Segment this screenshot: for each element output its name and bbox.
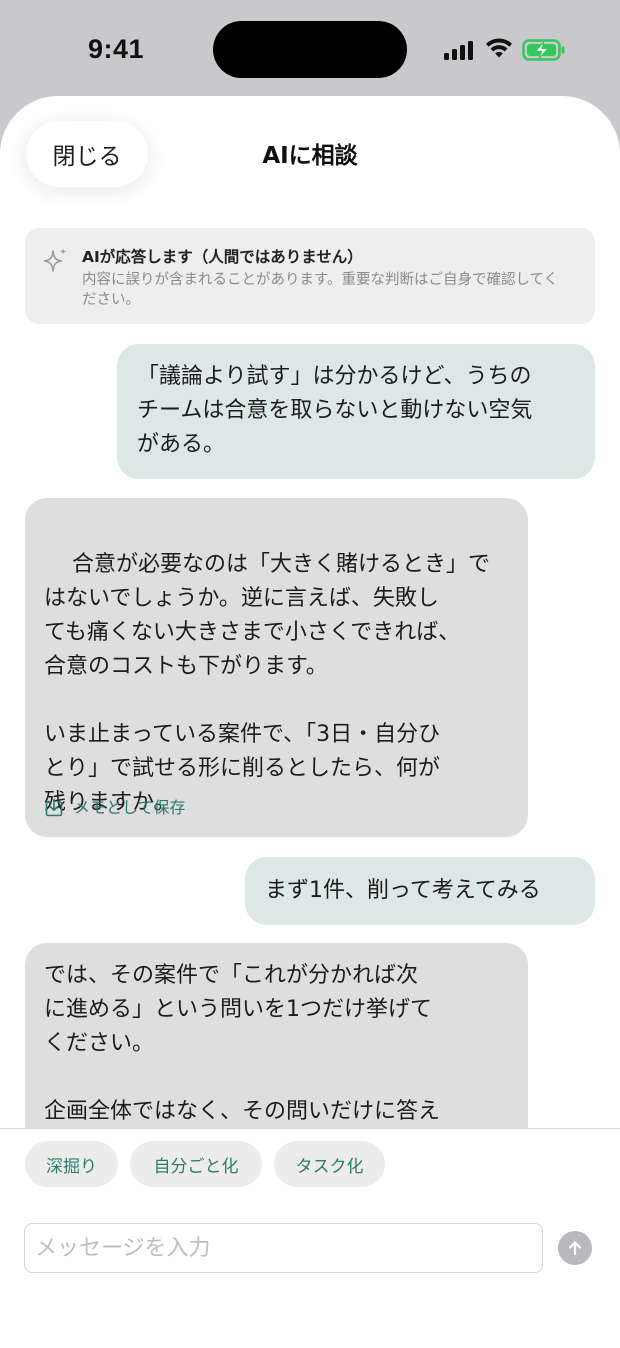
- send-button[interactable]: [558, 1231, 592, 1265]
- sparkle-icon: [43, 248, 67, 272]
- disclaimer-body: 内容に誤りが含まれることがあります。重要な判断はご自身で確認してください。: [82, 272, 559, 308]
- save-as-memo-button[interactable]: メモとして保存: [44, 796, 186, 820]
- status-time: 9:41: [88, 34, 145, 64]
- page-title: AIに相談: [262, 143, 358, 169]
- cellular-signal-icon: [444, 40, 476, 60]
- user-message: まず1件、削って考えてみる: [245, 857, 595, 925]
- chat-sheet: 閉じる AIに相談 AIが応答します（人間ではありません） 内容に誤りが含まれる…: [0, 96, 620, 1348]
- user-message: 「議論より試す」は分かるけど、うちの チームは合意を取らないと動けない空気 があ…: [117, 344, 595, 479]
- ai-message: 合意が必要なのは「大きく賭けるとき」で はないでしょうか。逆に言えば、失敗し て…: [25, 498, 528, 837]
- status-bar: 9:41: [0, 0, 620, 96]
- suggestion-chip-deep-dive[interactable]: 深掘り: [25, 1141, 118, 1187]
- disclaimer-title: AIが応答します（人間ではありません）: [82, 248, 363, 266]
- battery-charging-icon: [522, 39, 565, 61]
- suggestion-chip-personalize[interactable]: 自分ごと化: [130, 1141, 262, 1187]
- suggestion-chip-make-task[interactable]: タスク化: [274, 1141, 385, 1187]
- ai-message-text: 合意が必要なのは「大きく賭けるとき」で はないでしょうか。逆に言えば、失敗し て…: [44, 552, 490, 815]
- download-icon: [45, 798, 63, 817]
- message-input[interactable]: [24, 1223, 543, 1273]
- arrow-up-icon: [568, 1241, 582, 1256]
- composer-panel: 深掘り 自分ごと化 タスク化: [0, 1128, 620, 1348]
- sheet-header: 閉じる AIに相談: [0, 96, 620, 214]
- wifi-icon: [486, 38, 512, 58]
- ai-disclaimer: AIが応答します（人間ではありません） 内容に誤りが含まれることがあります。重要…: [25, 228, 595, 324]
- dynamic-island: [213, 21, 407, 78]
- save-as-memo-label: メモとして保存: [74, 798, 186, 817]
